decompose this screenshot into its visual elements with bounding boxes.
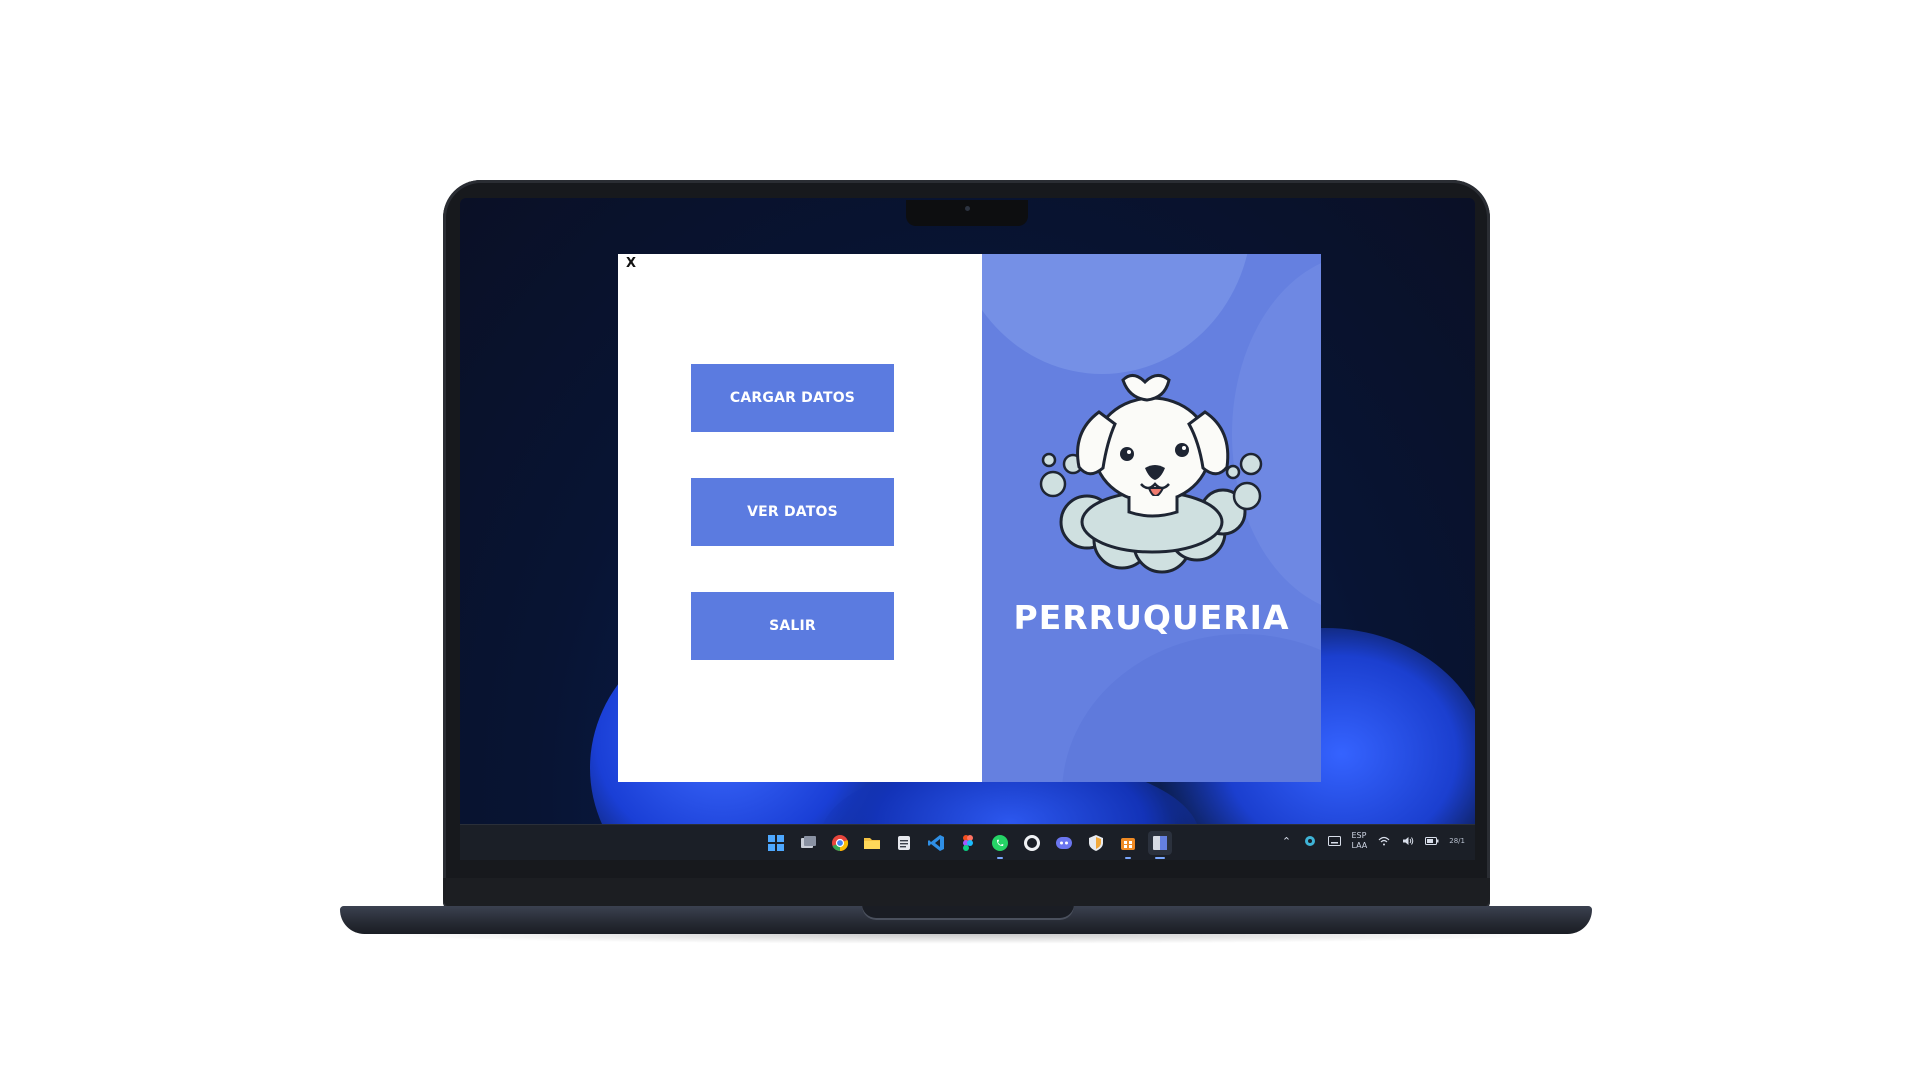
active-indicator [1125,857,1131,859]
active-indicator [1155,857,1165,859]
bottom-bezel [443,878,1490,908]
security-shield-icon[interactable] [1084,831,1108,855]
brand-panel: PERRUQUERIA [982,254,1321,782]
volume-icon[interactable] [1401,834,1415,848]
vscode-icon[interactable] [924,831,948,855]
taskbar-apps [764,831,1172,859]
tray-app-icon[interactable] [1303,834,1317,848]
windows-start-icon[interactable] [764,831,788,855]
taskbar: ⌃ ESP LAA 28/1 [460,824,1475,860]
discord-icon[interactable] [1052,831,1076,855]
brand-title: PERRUQUERIA [1013,598,1290,637]
task-view-icon[interactable] [796,831,820,855]
github-icon[interactable] [1020,831,1044,855]
figma-icon[interactable] [956,831,980,855]
webcam [965,206,970,211]
decorative-circle [1062,634,1321,782]
app-window: X CARGAR DATOS VER DATOS SALIR PERRUQUER… [618,254,1321,782]
camera-notch [906,200,1028,226]
decorative-circle [982,254,1252,374]
notepad-icon[interactable] [892,831,916,855]
app-window-icon[interactable] [1148,831,1172,859]
dog-in-bubbles-icon [1039,374,1263,574]
system-tray: ⌃ ESP LAA 28/1 [1279,831,1465,851]
ver-datos-button[interactable]: VER DATOS [691,478,894,546]
chevron-up-icon[interactable]: ⌃ [1279,834,1293,848]
menu-panel: X CARGAR DATOS VER DATOS SALIR [618,254,982,782]
desktop-screen: X CARGAR DATOS VER DATOS SALIR PERRUQUER… [460,198,1475,860]
clock[interactable]: 28/1 [1449,837,1465,845]
chrome-icon[interactable] [828,831,852,855]
keyboard-icon[interactable] [1327,834,1341,848]
salir-button[interactable]: SALIR [691,592,894,660]
battery-icon[interactable] [1425,834,1439,848]
active-indicator [997,857,1003,859]
close-button[interactable]: X [626,256,636,271]
laptop-shadow [360,934,1572,944]
laptop-hinge [862,906,1074,920]
store-icon[interactable] [1116,831,1140,859]
language-top: ESP [1351,831,1367,840]
cargar-datos-button[interactable]: CARGAR DATOS [691,364,894,432]
language-bottom: LAA [1351,841,1368,850]
wifi-icon[interactable] [1377,834,1391,848]
file-explorer-icon[interactable] [860,831,884,855]
whatsapp-icon[interactable] [988,831,1012,859]
language-indicator[interactable]: ESP LAA [1351,831,1367,851]
